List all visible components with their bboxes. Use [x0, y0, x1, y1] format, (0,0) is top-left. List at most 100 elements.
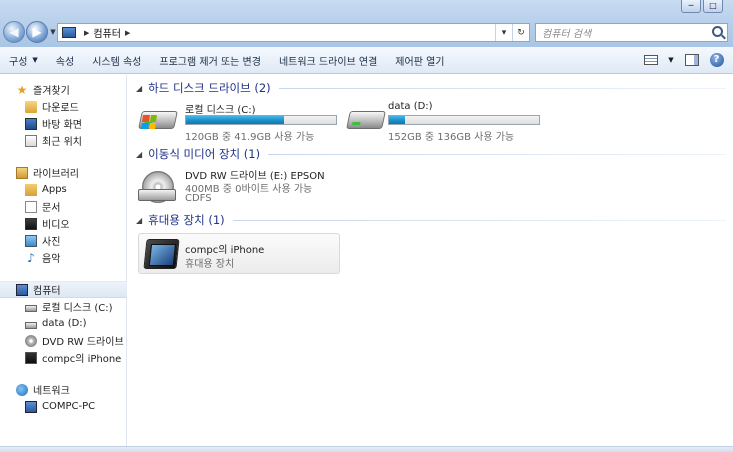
- drive-filesystem: CDFS: [185, 193, 212, 204]
- collapse-triangle-icon[interactable]: ◢: [136, 84, 142, 93]
- favorites-group: ★ 즐겨찾기 다운로드 바탕 화면 최근 위치: [0, 81, 127, 149]
- breadcrumb-chevron-icon[interactable]: ▶: [125, 29, 130, 37]
- device-type: 휴대용 장치: [185, 259, 235, 270]
- preview-pane-icon: [684, 53, 699, 66]
- maximize-button[interactable]: □: [703, 0, 723, 13]
- sidebar-item-label: 라이브러리: [33, 169, 79, 180]
- collapse-triangle-icon[interactable]: ◢: [136, 216, 142, 225]
- properties-button[interactable]: 속성: [47, 47, 83, 73]
- drive-space-info: 120GB 중 41.9GB 사용 가능: [185, 132, 315, 143]
- sidebar-item-pictures[interactable]: 사진: [0, 232, 127, 249]
- change-view-button[interactable]: [642, 51, 659, 68]
- sidebar-item-local-disk-c[interactable]: 로컬 디스크 (C:): [0, 298, 127, 315]
- folder-icon: [25, 183, 37, 196]
- sidebar-item-label: 다운로드: [42, 103, 79, 114]
- sidebar-item-music[interactable]: ♪ 음악: [0, 249, 127, 266]
- computer-group: 컴퓨터 로컬 디스크 (C:) data (D:) DVD RW 드라이브 ( …: [0, 281, 127, 366]
- search-input[interactable]: 컴퓨터 검색: [535, 23, 728, 42]
- sidebar-item-libraries[interactable]: 라이브러리: [0, 164, 127, 181]
- drive-tile-dvd[interactable]: DVD RW 드라이브 (E:) EPSON 400MB 중 0바이트 사용 가…: [138, 167, 358, 209]
- breadcrumb-chevron-icon[interactable]: ▶: [84, 29, 89, 37]
- help-button[interactable]: ?: [708, 51, 725, 68]
- sidebar-item-data-d[interactable]: data (D:): [0, 315, 127, 332]
- local-disk-icon: [25, 304, 37, 312]
- computer-icon: [62, 27, 76, 38]
- sidebar-item-computer[interactable]: 컴퓨터: [0, 281, 127, 298]
- sidebar-item-label: 즐겨찾기: [33, 86, 70, 97]
- star-icon: ★: [16, 82, 28, 97]
- group-title: 휴대용 장치 (1): [148, 213, 225, 227]
- drive-icon: [25, 321, 37, 329]
- sidebar-item-label: 네트워크: [33, 386, 70, 397]
- video-icon: [25, 217, 37, 230]
- sidebar-item-downloads[interactable]: 다운로드: [0, 98, 127, 115]
- device-tile-iphone[interactable]: compc의 iPhone 휴대용 장치: [138, 233, 340, 274]
- windows-logo-icon: [141, 115, 157, 129]
- computer-icon: [25, 400, 37, 413]
- open-control-panel-button[interactable]: 제어판 열기: [386, 47, 453, 73]
- uninstall-program-label: 프로그램 제거 또는 변경: [159, 56, 261, 68]
- libraries-group: 라이브러리 Apps 문서 비디오 사진 ♪ 음악: [0, 164, 127, 266]
- drive-space-info: 152GB 중 136GB 사용 가능: [388, 132, 515, 143]
- hard-disk-shape: [346, 111, 386, 129]
- download-folder-icon: [25, 100, 37, 113]
- more-views-button[interactable]: ▼: [667, 51, 675, 68]
- sidebar-item-label: compc의 iPhone: [42, 354, 122, 365]
- group-divider: [232, 219, 726, 221]
- sidebar-item-videos[interactable]: 비디오: [0, 215, 127, 232]
- sidebar-item-dvd-drive[interactable]: DVD RW 드라이브 (: [0, 332, 127, 349]
- drive-tile-d[interactable]: data (D:) 152GB 중 136GB 사용 가능: [346, 101, 556, 143]
- sidebar-item-documents[interactable]: 문서: [0, 198, 127, 215]
- local-disk-icon: [138, 105, 178, 135]
- uninstall-program-button[interactable]: 프로그램 제거 또는 변경: [150, 47, 270, 73]
- sidebar-item-label: COMPC-PC: [42, 401, 96, 412]
- map-network-drive-label: 네트워크 드라이브 연결: [278, 56, 378, 68]
- group-header-removable-media[interactable]: ◢ 이동식 미디어 장치 (1): [136, 145, 726, 163]
- system-properties-label: 시스템 속성: [92, 56, 142, 68]
- sidebar-item-label: 바탕 화면: [42, 120, 82, 131]
- collapse-triangle-icon[interactable]: ◢: [136, 150, 142, 159]
- drive-icon: [346, 105, 386, 135]
- organize-menu[interactable]: 구성 ▼: [0, 47, 47, 73]
- library-icon: [16, 166, 28, 179]
- address-bar[interactable]: ▶ 컴퓨터 ▶ ▾ ↻: [57, 23, 530, 42]
- sidebar-item-compc-pc[interactable]: COMPC-PC: [0, 398, 127, 415]
- group-divider: [268, 153, 726, 155]
- pictures-icon: [25, 234, 37, 247]
- address-dropdown-button[interactable]: ▾: [495, 24, 512, 41]
- back-button[interactable]: ◀: [3, 21, 25, 43]
- sidebar-item-label: 비디오: [42, 220, 70, 231]
- forward-arrow-icon: ▶: [32, 25, 42, 39]
- map-network-drive-button[interactable]: 네트워크 드라이브 연결: [270, 47, 386, 73]
- minimize-button[interactable]: ─: [681, 0, 701, 13]
- drive-usage-bar: [388, 115, 540, 125]
- desktop-icon: [25, 117, 37, 130]
- back-arrow-icon: ◀: [9, 25, 19, 39]
- forward-button[interactable]: ▶: [26, 21, 48, 43]
- sidebar-item-desktop[interactable]: 바탕 화면: [0, 115, 127, 132]
- preview-pane-button[interactable]: [683, 51, 700, 68]
- group-header-hard-disks[interactable]: ◢ 하드 디스크 드라이브 (2): [136, 79, 726, 97]
- drive-tile-c[interactable]: 로컬 디스크 (C:) 120GB 중 41.9GB 사용 가능: [138, 101, 348, 143]
- device-name: compc의 iPhone: [185, 245, 265, 256]
- system-properties-button[interactable]: 시스템 속성: [83, 47, 150, 73]
- refresh-button[interactable]: ↻: [512, 24, 529, 41]
- sidebar-item-recent-places[interactable]: 최근 위치: [0, 132, 127, 149]
- group-header-portable-devices[interactable]: ◢ 휴대용 장치 (1): [136, 211, 726, 229]
- sidebar-item-apps[interactable]: Apps: [0, 181, 127, 198]
- sidebar-item-label: 사진: [42, 237, 61, 248]
- sidebar-item-label: 문서: [42, 203, 61, 214]
- help-icon: ?: [709, 52, 724, 67]
- search-icon[interactable]: [712, 26, 723, 37]
- chevron-down-icon: ▼: [32, 56, 38, 64]
- iphone-icon: [25, 351, 37, 364]
- sidebar-item-network[interactable]: 네트워크: [0, 381, 127, 398]
- breadcrumb-computer[interactable]: 컴퓨터: [93, 25, 121, 40]
- group-title: 이동식 미디어 장치 (1): [148, 147, 261, 161]
- command-bar: 구성 ▼ 속성 시스템 속성 프로그램 제거 또는 변경 네트워크 드라이브 연결…: [0, 47, 733, 74]
- sidebar-item-iphone[interactable]: compc의 iPhone: [0, 349, 127, 366]
- sidebar-item-label: 로컬 디스크 (C:): [42, 303, 113, 314]
- content-pane: ◢ 하드 디스크 드라이브 (2) 로컬 디스크 (C:) 120GB 중 41…: [128, 75, 733, 452]
- sidebar-item-favorites[interactable]: ★ 즐겨찾기: [0, 81, 127, 98]
- iphone-icon: [143, 239, 180, 269]
